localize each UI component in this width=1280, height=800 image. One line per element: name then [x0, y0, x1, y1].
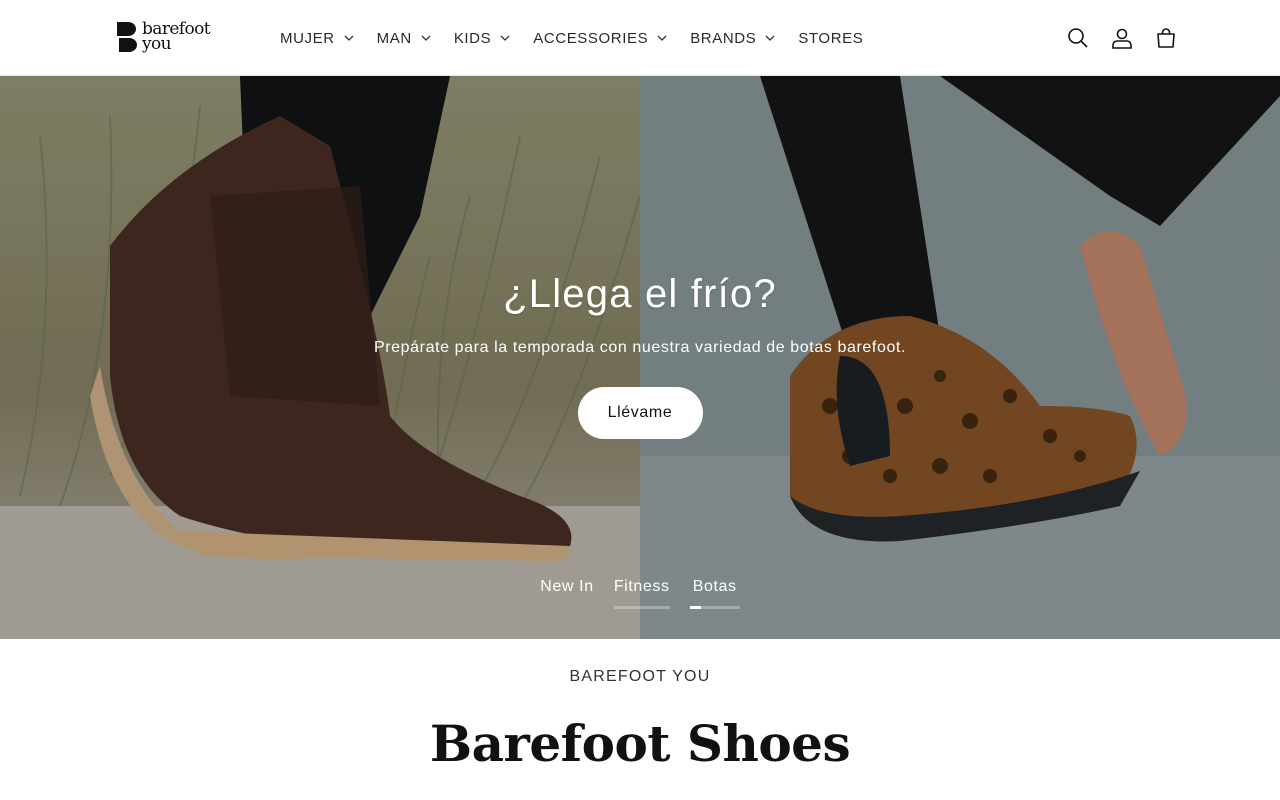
slideshow-tabs: New In Fitness Botas: [0, 578, 1280, 609]
chevron-down-icon: [342, 31, 356, 45]
nav-label: KIDS: [453, 29, 492, 47]
slide-tab-label: New In: [540, 578, 594, 595]
logo-text: barefoot you: [142, 19, 211, 54]
nav-label: BRANDS: [690, 29, 757, 47]
nav-label: MUJER: [280, 29, 335, 47]
header-icons: [1060, 20, 1184, 56]
hero-cta-button[interactable]: Llévame: [577, 387, 703, 439]
search-icon[interactable]: [1060, 20, 1096, 56]
nav-item-stores[interactable]: STORES: [798, 30, 863, 47]
chevron-down-icon: [763, 31, 777, 45]
site-header: barefoot you MUJER MAN KIDS ACCESSORIES …: [0, 0, 1280, 76]
slide-tab-new-in[interactable]: New In: [530, 578, 603, 609]
hero-title: ¿Llega el frío?: [503, 272, 777, 316]
nav-item-kids[interactable]: KIDS: [454, 30, 512, 47]
cart-icon[interactable]: [1148, 20, 1184, 56]
slide-tab-botas[interactable]: Botas: [680, 578, 750, 609]
slide-tab-label: Fitness: [613, 578, 670, 595]
nav-label: ACCESSORIES: [533, 29, 649, 47]
nav-item-mujer[interactable]: MUJER: [280, 30, 356, 47]
chevron-down-icon: [655, 31, 669, 45]
hero-text-block: ¿Llega el frío? Prepárate para la tempor…: [0, 272, 1280, 439]
account-icon[interactable]: [1104, 20, 1140, 56]
nav-item-man[interactable]: MAN: [377, 30, 433, 47]
hero-slideshow: ¿Llega el frío? Prepárate para la tempor…: [0, 76, 1280, 639]
section-eyebrow: BAREFOOT YOU: [569, 668, 711, 685]
slide-tab-fitness[interactable]: Fitness: [604, 578, 680, 609]
nav-label: MAN: [376, 29, 412, 47]
main-nav: MUJER MAN KIDS ACCESSORIES BRANDS STORES: [280, 0, 884, 76]
logo-mark-icon: [116, 21, 138, 53]
chevron-down-icon: [498, 31, 512, 45]
slide-progress-bar: [613, 606, 670, 609]
slide-progress-bar: [689, 606, 740, 609]
logo[interactable]: barefoot you: [116, 19, 211, 54]
nav-item-brands[interactable]: BRANDS: [690, 30, 777, 47]
slide-tab-label: Botas: [692, 578, 737, 595]
nav-item-accessories[interactable]: ACCESSORIES: [533, 30, 669, 47]
nav-label: STORES: [798, 29, 864, 47]
chevron-down-icon: [419, 31, 433, 45]
hero-subtitle: Prepárate para la temporada con nuestra …: [373, 339, 907, 356]
section-headline: Barefoot Shoes: [429, 714, 851, 773]
